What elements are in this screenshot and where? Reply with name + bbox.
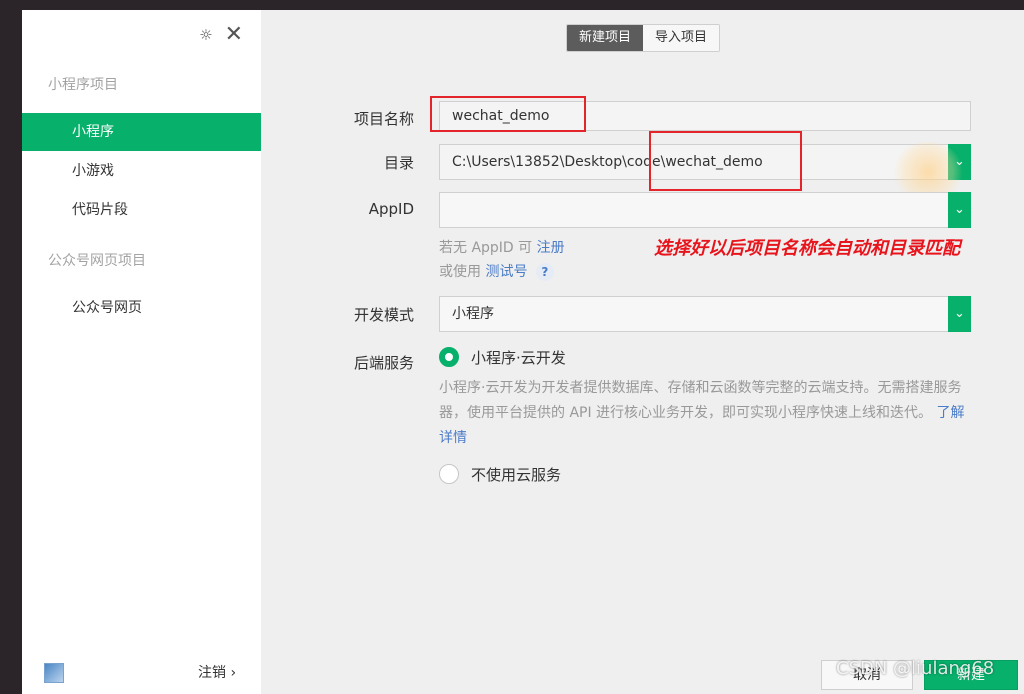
radio-no-cloud-label[interactable]: 不使用云服务 <box>471 464 561 485</box>
cancel-button[interactable]: 取消 <box>821 660 913 690</box>
tab-import-project[interactable]: 导入项目 <box>643 25 720 51</box>
main-panel: 新建项目 导入项目 项目名称 wechat_demo 目录 C:\Users\1… <box>261 10 1024 694</box>
directory-label: 目录 <box>383 154 414 172</box>
sidebar: ☼ ✕ 小程序项目 小程序 小游戏 代码片段 公众号网页项目 公众号网页 注销 … <box>22 10 261 694</box>
radio-cloud-dev-label[interactable]: 小程序·云开发 <box>471 347 566 368</box>
sidebar-item-web-page[interactable]: 公众号网页 <box>22 289 261 327</box>
tab-new-project[interactable]: 新建项目 <box>567 25 644 51</box>
project-tabs: 新建项目 导入项目 <box>566 24 721 52</box>
backend-label: 后端服务 <box>353 354 414 372</box>
hint-text: 或使用 <box>439 264 481 280</box>
logout-button[interactable]: 注销 › <box>198 662 236 682</box>
project-name-label: 项目名称 <box>353 110 414 128</box>
avatar <box>44 663 64 683</box>
dev-mode-label: 开发模式 <box>353 306 414 324</box>
highlight-box-directory <box>649 131 802 191</box>
appid-input[interactable]: ⌄ <box>439 192 971 228</box>
annotation-text: 选择好以后项目名称会自动和目录匹配 <box>654 238 960 259</box>
radio-cloud-dev[interactable] <box>439 347 459 367</box>
new-project-window: ☼ ✕ 小程序项目 小程序 小游戏 代码片段 公众号网页项目 公众号网页 注销 … <box>22 10 1024 694</box>
section-mini-program: 小程序项目 <box>48 77 118 93</box>
sidebar-item-mini-game[interactable]: 小游戏 <box>22 152 261 190</box>
gear-icon[interactable]: ☼ <box>199 26 212 44</box>
section-web-project: 公众号网页项目 <box>48 253 146 269</box>
sidebar-item-mini-program[interactable]: 小程序 <box>22 113 261 151</box>
sidebar-toolbar: ☼ ✕ <box>199 22 243 47</box>
sidebar-item-code-snippet[interactable]: 代码片段 <box>22 191 261 229</box>
register-link[interactable]: 注册 <box>537 240 565 256</box>
radio-no-cloud[interactable] <box>439 464 459 484</box>
test-account-link[interactable]: 测试号 <box>485 264 527 280</box>
hint-text: 若无 AppID 可 <box>439 240 533 256</box>
appid-register-hint: 若无 AppID 可 注册 <box>439 237 565 257</box>
appid-label: AppID <box>368 200 414 218</box>
help-icon[interactable]: ? <box>535 263 554 281</box>
cloud-description-text: 小程序·云开发为开发者提供数据库、存储和云函数等完整的云端支持。无需搭建服务器，… <box>439 380 962 421</box>
close-icon[interactable]: ✕ <box>225 22 243 47</box>
chevron-down-icon[interactable]: ⌄ <box>948 192 971 228</box>
cloud-description: 小程序·云开发为开发者提供数据库、存储和云函数等完整的云端支持。无需搭建服务器，… <box>439 376 975 451</box>
create-button[interactable]: 新建 <box>924 660 1018 690</box>
dev-mode-select[interactable]: 小程序 ⌄ <box>439 296 971 332</box>
dev-mode-value: 小程序 <box>452 306 494 322</box>
test-account-hint: 或使用 测试号 ? <box>439 261 554 281</box>
chevron-down-icon[interactable]: ⌄ <box>948 296 971 332</box>
highlight-box-name <box>430 96 586 132</box>
